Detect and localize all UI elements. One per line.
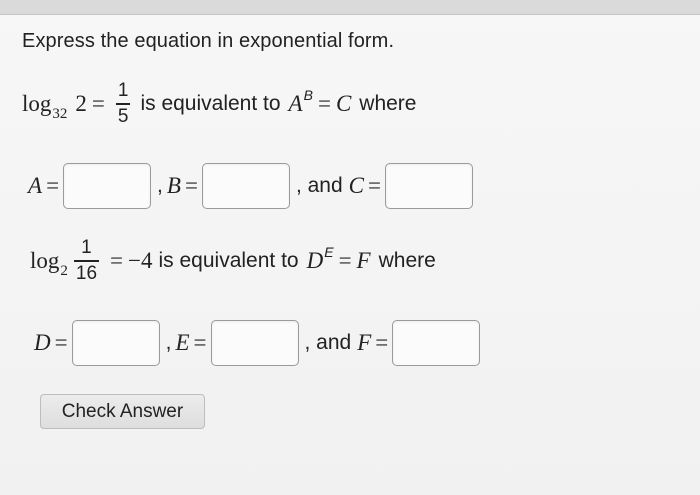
and-text: , and [295, 174, 343, 197]
log-value: −4 [128, 248, 153, 273]
check-answer-button[interactable]: Check Answer [40, 394, 205, 429]
label-e: E [175, 330, 190, 355]
exp-base-a: A [288, 91, 303, 116]
label-f: F [357, 330, 372, 355]
equation-2: log2 1 16 = −4 is equivalent to DE = F w… [30, 237, 436, 284]
label-a: A [28, 173, 43, 198]
where-text-2: where [378, 249, 436, 272]
exp-power-e: E [324, 244, 334, 260]
question-prompt: Express the equation in exponential form… [22, 30, 395, 52]
equals-sign: = [91, 91, 105, 116]
label-c: C [348, 173, 364, 198]
answer-input-a[interactable] [63, 163, 152, 209]
exp-result-f: F [356, 248, 371, 273]
where-text: where [359, 92, 417, 115]
answer-input-f[interactable] [392, 320, 481, 366]
answer-row-1: A = , B = , and C = [28, 163, 477, 209]
answer-input-d[interactable] [71, 320, 160, 366]
label-b: B [166, 173, 181, 198]
top-divider [0, 0, 700, 15]
log-function: log32 [22, 91, 68, 122]
equivalence-text: is equivalent to [140, 92, 281, 115]
equation-1: log32 2 = 1 5 is equivalent to AB = C wh… [22, 80, 417, 127]
log-argument: 2 [75, 91, 87, 116]
exp-power-b: B [303, 87, 313, 103]
equivalence-text-2: is equivalent to [158, 249, 299, 272]
fraction-one-fifth: 1 5 [115, 80, 131, 127]
log-function-2: log2 [30, 248, 68, 279]
question-panel: Express the equation in exponential form… [0, 0, 700, 495]
answer-input-c[interactable] [384, 163, 473, 209]
exp-base-d: D [306, 248, 324, 273]
answer-input-e[interactable] [210, 320, 299, 366]
exp-result-c: C [335, 91, 352, 116]
answer-input-b[interactable] [201, 163, 290, 209]
label-d: D [34, 330, 51, 355]
fraction-one-sixteenth: 1 16 [73, 237, 100, 284]
answer-row-2: D = , E = , and F = [34, 320, 484, 366]
and-text-2: , and [304, 331, 352, 354]
